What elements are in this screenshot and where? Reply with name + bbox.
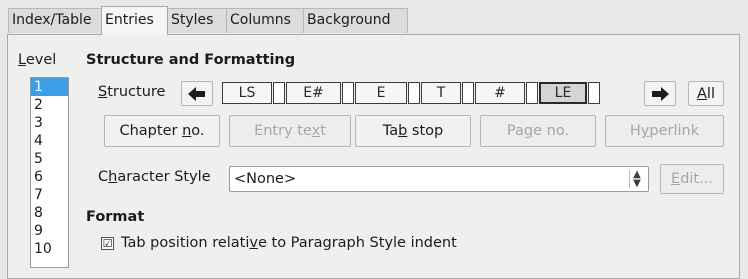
hyperlink-text: H	[629, 123, 641, 139]
character-style-select[interactable]: <None> ▲ ▼	[229, 166, 649, 192]
chapter-no-text-end: o.	[191, 123, 205, 139]
tab-position-label-text-end: e to Paragraph Style indent	[257, 235, 457, 251]
tab-index-table[interactable]: Index/Table	[8, 8, 103, 33]
level-heading-accel: L	[18, 52, 26, 68]
structure-label: Structure	[98, 84, 165, 100]
structure-label-rest: tructure	[107, 84, 166, 100]
edit-button-accel: E	[671, 171, 681, 187]
page-no-accel: g	[523, 123, 534, 139]
entry-text-button[interactable]: Entry text	[229, 115, 351, 147]
character-style-label: Character Style	[98, 169, 211, 185]
tab-styles[interactable]: Styles	[167, 8, 227, 33]
page-no-button[interactable]: Page no.	[480, 115, 596, 147]
structure-formatting-heading: Structure and Formatting	[86, 52, 296, 68]
tab-position-label[interactable]: Tab position relative to Paragraph Style…	[121, 235, 457, 251]
structure-spacer[interactable]	[526, 82, 538, 104]
tab-position-checkbox[interactable]: ☑	[101, 237, 114, 250]
hyperlink-text-end: perlink	[649, 123, 700, 139]
check-icon: ☑	[102, 237, 113, 250]
level-item-5[interactable]: 5	[31, 150, 68, 168]
tab-stop-button[interactable]: Tab stop	[355, 115, 471, 147]
character-style-label-text: C	[98, 169, 109, 185]
structure-spacer[interactable]	[588, 82, 600, 104]
arrow-right-icon	[652, 86, 669, 101]
level-item-9[interactable]: 9	[31, 222, 68, 240]
structure-token-entry-number[interactable]: E#	[286, 82, 341, 104]
all-button-rest: ll	[706, 85, 715, 102]
structure-spacer[interactable]	[408, 82, 420, 104]
entry-text-text: Entry te	[254, 123, 312, 139]
level-item-3[interactable]: 3	[31, 114, 68, 132]
structure-spacer[interactable]	[462, 82, 474, 104]
structure-token-tab[interactable]: T	[421, 82, 461, 104]
structure-token-page-number[interactable]: #	[475, 82, 525, 104]
level-heading-rest: evel	[25, 52, 57, 68]
level-list[interactable]: 1 2 3 4 5 6 7 8 9 10	[30, 77, 69, 268]
tab-stop-text-end: stop	[407, 123, 444, 139]
chapter-no-text: Chapter	[119, 123, 183, 139]
edit-button-rest: dit...	[680, 171, 713, 187]
chapter-no-button[interactable]: Chapter no.	[104, 115, 220, 147]
level-item-4[interactable]: 4	[31, 132, 68, 150]
structure-token-ls[interactable]: LS	[222, 82, 272, 104]
page-no-text: Pa	[506, 123, 524, 139]
chevron-up-down-icon: ▲ ▼	[629, 170, 644, 189]
move-left-button[interactable]	[181, 81, 213, 106]
character-style-value: <None>	[234, 171, 297, 187]
edit-button[interactable]: Edit...	[660, 164, 724, 194]
level-item-2[interactable]: 2	[31, 96, 68, 114]
entry-text-text-end: t	[320, 123, 326, 139]
arrow-left-icon	[188, 86, 205, 101]
level-item-6[interactable]: 6	[31, 168, 68, 186]
structure-label-accel: S	[98, 84, 108, 100]
level-item-10[interactable]: 10	[31, 240, 68, 258]
page-no-text-end: e no.	[533, 123, 570, 139]
level-heading: Level	[18, 52, 56, 68]
tab-entries[interactable]: Entries	[101, 6, 168, 35]
chapter-no-accel: n	[182, 123, 192, 139]
level-item-7[interactable]: 7	[31, 186, 68, 204]
level-item-8[interactable]: 8	[31, 204, 68, 222]
structure-token-le[interactable]: LE	[539, 82, 587, 104]
tab-position-label-text: Tab position relati	[121, 235, 250, 251]
level-item-1[interactable]: 1	[31, 78, 68, 96]
hyperlink-button[interactable]: Hyperlink	[605, 115, 724, 147]
tab-background[interactable]: Background	[303, 8, 408, 33]
move-right-button[interactable]	[644, 81, 676, 106]
tab-columns[interactable]: Columns	[226, 8, 304, 33]
structure-token-entry[interactable]: E	[355, 82, 407, 104]
tab-position-label-accel: v	[249, 235, 258, 251]
tab-stop-text: Ta	[382, 123, 399, 139]
structure-spacer[interactable]	[342, 82, 354, 104]
character-style-label-accel: h	[108, 169, 118, 185]
format-heading: Format	[86, 209, 145, 225]
all-button-accel: A	[697, 85, 707, 102]
entry-text-accel: x	[311, 123, 321, 139]
structure-spacer[interactable]	[273, 82, 285, 104]
all-button[interactable]: All	[688, 81, 724, 106]
character-style-label-text-end: aracter Style	[117, 169, 211, 185]
tab-stop-accel: b	[398, 123, 408, 139]
